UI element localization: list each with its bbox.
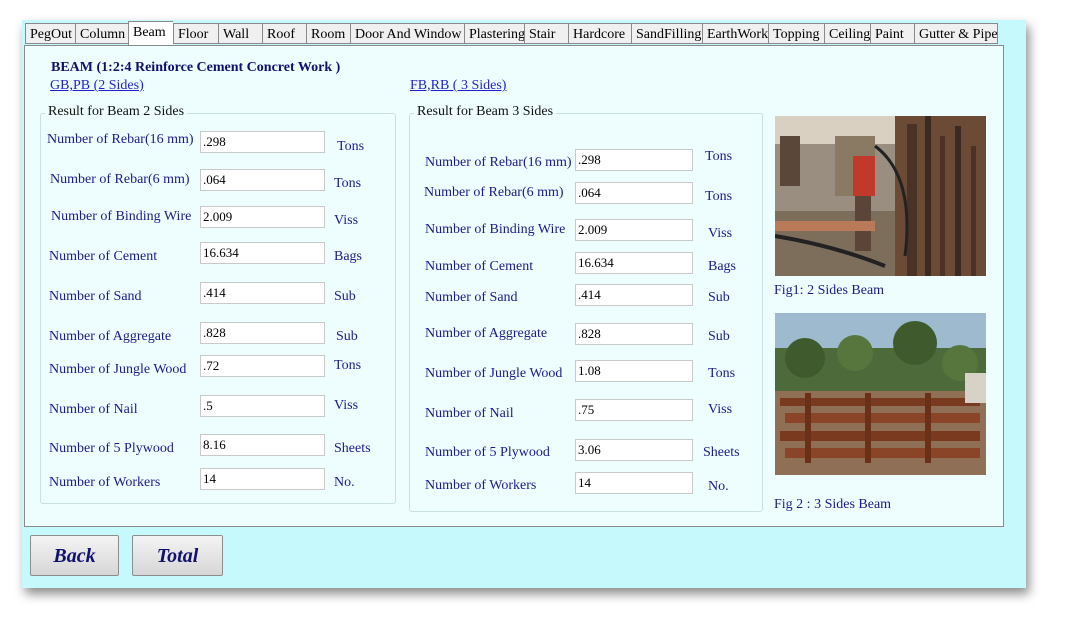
- g3-label-sand: Number of Sand: [425, 290, 518, 305]
- g2-label-plywood: Number of 5 Plywood: [49, 441, 174, 456]
- g3-unit-jungle-wood: Tons: [708, 366, 736, 381]
- g3-unit-rebar-6: Tons: [705, 189, 733, 204]
- g2-unit-rebar-6: Tons: [334, 176, 362, 191]
- g2-unit-nail: Viss: [334, 398, 359, 413]
- g2-label-nail: Number of Nail: [49, 402, 138, 417]
- g2-binding-wire-field[interactable]: 2.009: [200, 206, 325, 228]
- g3-label-jungle-wood: Number of Jungle Wood: [425, 366, 563, 381]
- g3-label-cement: Number of Cement: [425, 259, 534, 274]
- g3-label-plywood: Number of 5 Plywood: [425, 445, 550, 460]
- link-3-sides[interactable]: FB,RB ( 3 Sides): [410, 78, 506, 94]
- g2-label-rebar-6: Number of Rebar(6 mm): [50, 172, 190, 187]
- g3-rebar-16-field[interactable]: .298: [575, 149, 693, 171]
- g2-unit-cement: Bags: [334, 249, 362, 264]
- g3-unit-cement: Bags: [708, 259, 736, 274]
- g3-label-rebar-16: Number of Rebar(16 mm): [425, 155, 572, 170]
- tab-ceiling[interactable]: Ceiling: [824, 23, 870, 44]
- g3-workers-field[interactable]: 14: [575, 472, 693, 494]
- g3-nail-field[interactable]: .75: [575, 399, 693, 421]
- tab-beam[interactable]: Beam: [128, 21, 173, 45]
- tab-paint[interactable]: Paint: [870, 23, 914, 44]
- tab-gutter-and-pipe[interactable]: Gutter & Pipe: [914, 23, 998, 44]
- g2-workers-field[interactable]: 14: [200, 468, 325, 490]
- tab-column[interactable]: Column: [75, 23, 128, 44]
- back-button[interactable]: Back: [30, 535, 119, 576]
- g2-label-rebar-16: Number of Rebar(16 mm): [47, 132, 194, 147]
- g3-unit-aggregate: Sub: [708, 329, 730, 344]
- g2-unit-rebar-16: Tons: [337, 139, 365, 154]
- tab-floor[interactable]: Floor: [173, 23, 218, 44]
- g2-unit-jungle-wood: Tons: [334, 358, 362, 373]
- g2-aggregate-field[interactable]: .828: [200, 322, 325, 344]
- page-title: BEAM (1:2:4 Reinforce Cement Concret Wor…: [51, 60, 341, 75]
- g2-rebar-6-field[interactable]: .064: [200, 169, 325, 191]
- g2-nail-field[interactable]: .5: [200, 395, 325, 417]
- g3-jungle-wood-field[interactable]: 1.08: [575, 360, 693, 382]
- g2-unit-aggregate: Sub: [336, 329, 358, 344]
- g3-label-rebar-6: Number of Rebar(6 mm): [424, 185, 564, 200]
- tab-earthwork[interactable]: EarthWork: [702, 23, 768, 44]
- g2-label-sand: Number of Sand: [49, 289, 142, 304]
- g3-unit-workers: No.: [708, 479, 729, 494]
- tab-wall[interactable]: Wall: [218, 23, 262, 44]
- tab-sandfilling[interactable]: SandFilling: [631, 23, 702, 44]
- tab-hardcore[interactable]: Hardcore: [568, 23, 631, 44]
- g3-unit-plywood: Sheets: [703, 445, 740, 460]
- link-2-sides[interactable]: GB,PB (2 Sides): [50, 78, 144, 94]
- g3-rebar-6-field[interactable]: .064: [575, 182, 693, 204]
- g2-unit-binding-wire: Viss: [334, 213, 359, 228]
- g2-label-binding-wire: Number of Binding Wire: [51, 209, 192, 224]
- fig1-caption: Fig1: 2 Sides Beam: [774, 283, 885, 298]
- g3-unit-nail: Viss: [708, 402, 733, 417]
- g3-label-workers: Number of Workers: [425, 478, 537, 493]
- g2-label-cement: Number of Cement: [49, 249, 158, 264]
- fig1-photo-2-sides-beam: [775, 116, 986, 276]
- group-3-legend: Result for Beam 3 Sides: [414, 104, 557, 120]
- tab-bar: PegOut Column Beam Floor Wall Roof Room …: [25, 21, 998, 45]
- g3-aggregate-field[interactable]: .828: [575, 323, 693, 345]
- g2-sand-field[interactable]: .414: [200, 282, 325, 304]
- g2-unit-workers: No.: [334, 475, 355, 490]
- g3-label-binding-wire: Number of Binding Wire: [425, 222, 566, 237]
- tab-room[interactable]: Room: [306, 23, 350, 44]
- g2-label-workers: Number of Workers: [49, 475, 161, 490]
- g3-cement-field[interactable]: 16.634: [575, 252, 693, 274]
- g3-unit-sand: Sub: [708, 290, 730, 305]
- g2-rebar-16-field[interactable]: .298: [200, 131, 325, 153]
- g2-unit-plywood: Sheets: [334, 441, 371, 456]
- group-2-legend: Result for Beam 2 Sides: [45, 104, 188, 120]
- tab-stair[interactable]: Stair: [524, 23, 568, 44]
- g3-label-aggregate: Number of Aggregate: [425, 326, 548, 341]
- tab-plastering[interactable]: Plastering: [464, 23, 525, 44]
- tab-roof[interactable]: Roof: [262, 23, 306, 44]
- fig2-caption: Fig 2 : 3 Sides Beam: [774, 497, 892, 512]
- g3-plywood-field[interactable]: 3.06: [575, 439, 693, 461]
- tab-topping[interactable]: Topping: [768, 23, 824, 44]
- g3-label-nail: Number of Nail: [425, 406, 514, 421]
- total-button[interactable]: Total: [132, 535, 223, 576]
- g3-sand-field[interactable]: .414: [575, 284, 693, 306]
- g2-unit-sand: Sub: [334, 289, 356, 304]
- g2-jungle-wood-field[interactable]: .72: [200, 355, 325, 377]
- g3-binding-wire-field[interactable]: 2.009: [575, 219, 693, 241]
- g2-label-jungle-wood: Number of Jungle Wood: [49, 362, 187, 377]
- g2-plywood-field[interactable]: 8.16: [200, 434, 325, 456]
- tab-door-and-window[interactable]: Door And Window: [350, 23, 464, 44]
- g2-label-aggregate: Number of Aggregate: [49, 329, 172, 344]
- tab-pegout[interactable]: PegOut: [25, 23, 75, 44]
- fig2-photo-3-sides-beam: [775, 313, 986, 475]
- g2-cement-field[interactable]: 16.634: [200, 242, 325, 264]
- g3-unit-binding-wire: Viss: [708, 226, 733, 241]
- g3-unit-rebar-16: Tons: [705, 149, 733, 164]
